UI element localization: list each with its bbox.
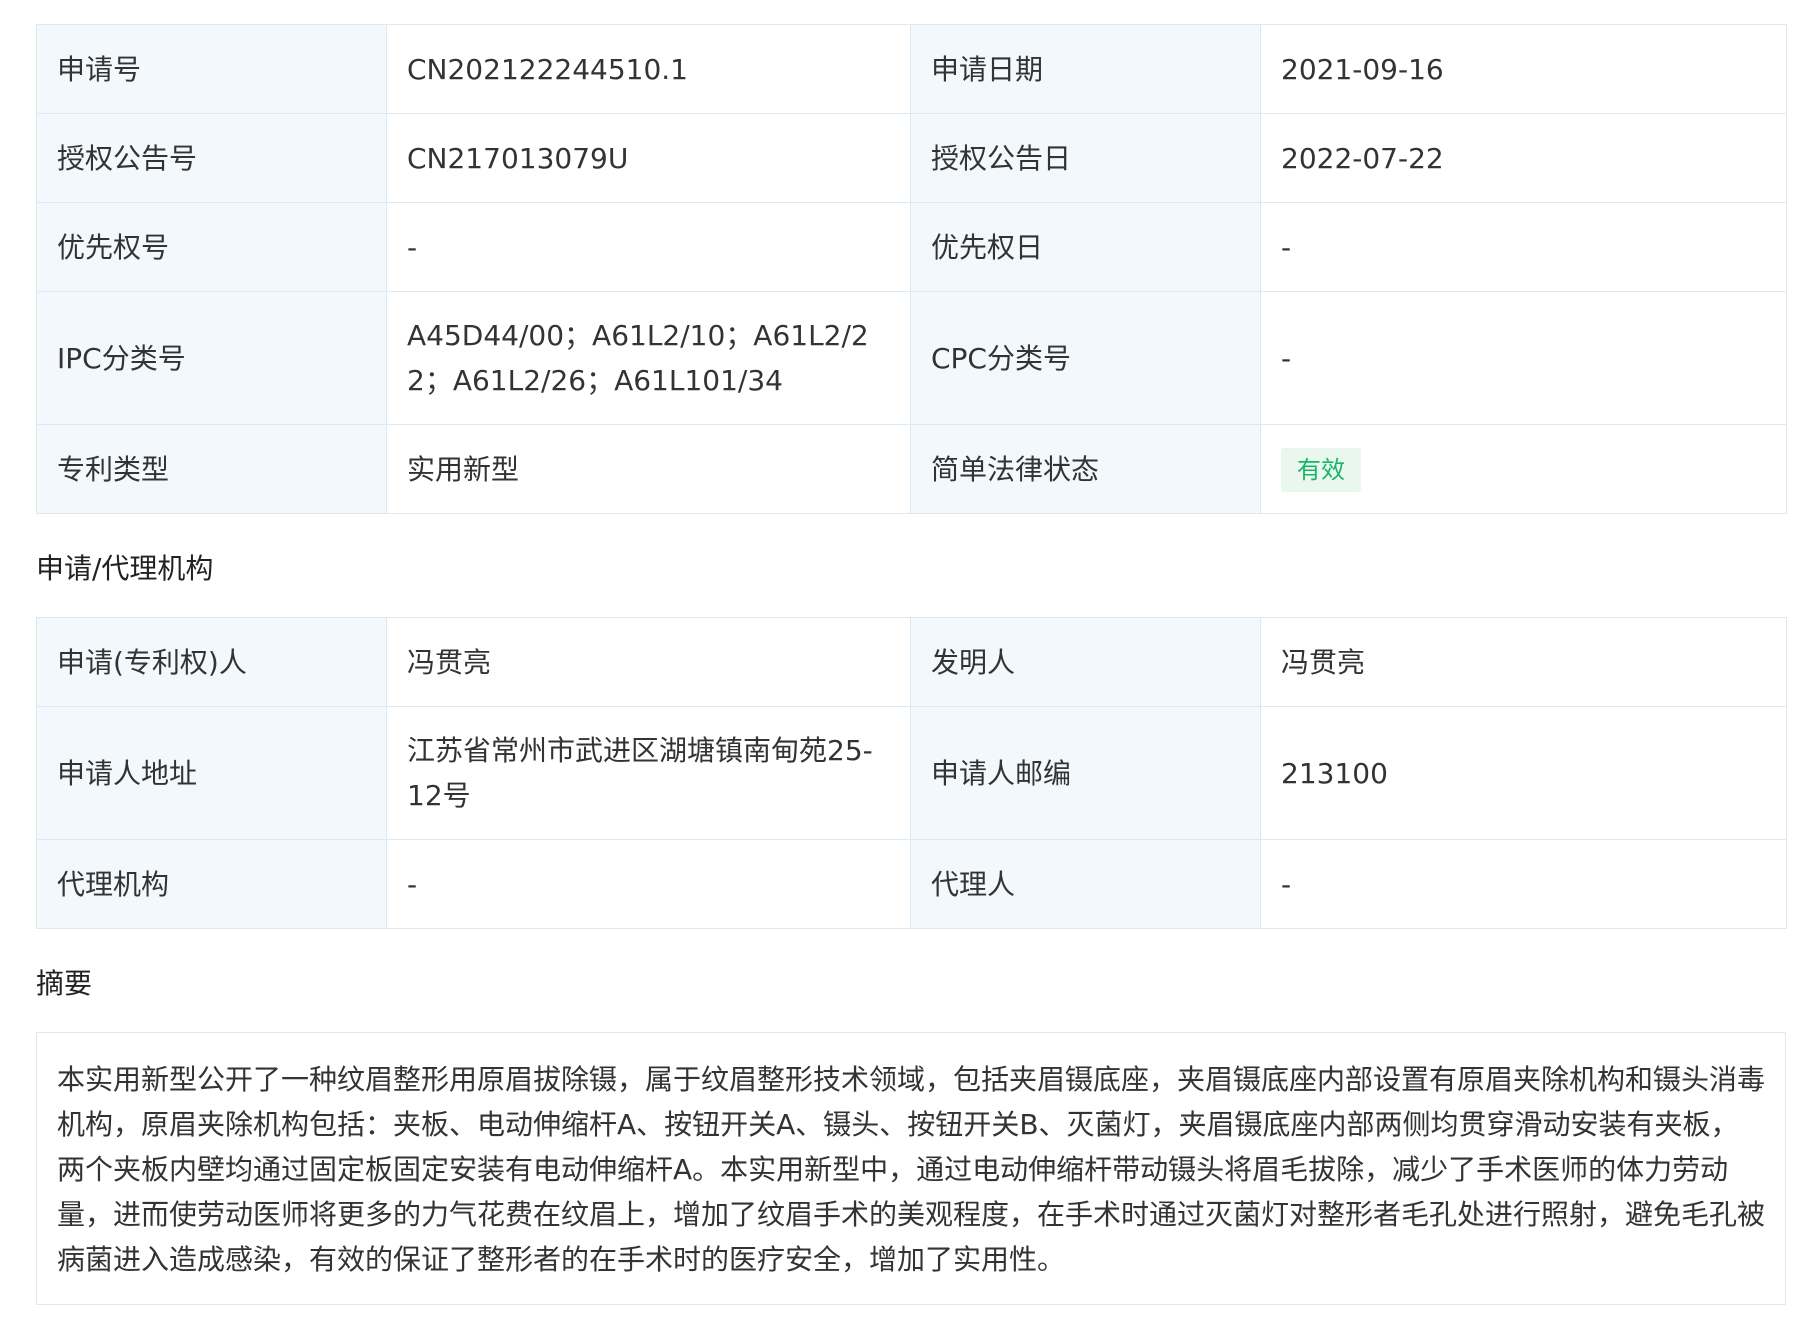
grant-publication-number-label: 授权公告号	[36, 113, 387, 203]
priority-number-value: -	[386, 202, 911, 292]
cpc-class-value: -	[1260, 291, 1787, 425]
legal-status-label: 简单法律状态	[910, 424, 1261, 514]
table-row: 申请人地址 江苏省常州市武进区湖塘镇南甸苑25-12号 申请人邮编 213100	[36, 706, 1787, 840]
applicant-label: 申请(专利权)人	[36, 617, 387, 707]
application-date-label: 申请日期	[910, 24, 1261, 114]
applicant-address-value: 江苏省常州市武进区湖塘镇南甸苑25-12号	[386, 706, 911, 840]
patent-detail-page: 申请号 CN202122244510.1 申请日期 2021-09-16 授权公…	[36, 0, 1787, 1305]
table-row: IPC分类号 A45D44/00；A61L2/10；A61L2/22；A61L2…	[36, 291, 1787, 425]
application-date-value: 2021-09-16	[1260, 24, 1787, 114]
patent-type-value: 实用新型	[386, 424, 911, 514]
table-row: 专利类型 实用新型 简单法律状态 有效	[36, 424, 1787, 514]
grant-publication-number-value: CN217013079U	[386, 113, 911, 203]
priority-date-label: 优先权日	[910, 202, 1261, 292]
abstract-text: 本实用新型公开了一种纹眉整形用原眉拔除镊，属于纹眉整形技术领域，包括夹眉镊底座，…	[36, 1032, 1786, 1305]
application-number-value: CN202122244510.1	[386, 24, 911, 114]
agency-section-title: 申请/代理机构	[36, 552, 214, 585]
table-row: 优先权号 - 优先权日 -	[36, 202, 1787, 292]
priority-number-label: 优先权号	[36, 202, 387, 292]
ipc-class-value: A45D44/00；A61L2/10；A61L2/22；A61L2/26；A61…	[386, 291, 911, 425]
application-number-label: 申请号	[36, 24, 387, 114]
basic-info-table: 申请号 CN202122244510.1 申请日期 2021-09-16 授权公…	[36, 24, 1787, 514]
agent-label: 代理人	[910, 839, 1261, 929]
agency-info-table: 申请(专利权)人 冯贯亮 发明人 冯贯亮 申请人地址 江苏省常州市武进区湖塘镇南…	[36, 617, 1787, 929]
grant-publication-date-label: 授权公告日	[910, 113, 1261, 203]
agent-value: -	[1260, 839, 1787, 929]
legal-status-cell: 有效	[1260, 424, 1787, 514]
table-row: 代理机构 - 代理人 -	[36, 839, 1787, 929]
table-row: 授权公告号 CN217013079U 授权公告日 2022-07-22	[36, 113, 1787, 203]
ipc-class-label: IPC分类号	[36, 291, 387, 425]
priority-date-value: -	[1260, 202, 1787, 292]
applicant-postcode-value: 213100	[1260, 706, 1787, 840]
agency-label: 代理机构	[36, 839, 387, 929]
patent-type-label: 专利类型	[36, 424, 387, 514]
applicant-address-label: 申请人地址	[36, 706, 387, 840]
status-badge: 有效	[1281, 448, 1361, 492]
applicant-value: 冯贯亮	[386, 617, 911, 707]
inventor-value: 冯贯亮	[1260, 617, 1787, 707]
inventor-label: 发明人	[910, 617, 1261, 707]
abstract-section-title: 摘要	[36, 967, 93, 1000]
cpc-class-label: CPC分类号	[910, 291, 1261, 425]
table-row: 申请(专利权)人 冯贯亮 发明人 冯贯亮	[36, 617, 1787, 707]
agency-value: -	[386, 839, 911, 929]
table-row: 申请号 CN202122244510.1 申请日期 2021-09-16	[36, 24, 1787, 114]
grant-publication-date-value: 2022-07-22	[1260, 113, 1787, 203]
applicant-postcode-label: 申请人邮编	[910, 706, 1261, 840]
